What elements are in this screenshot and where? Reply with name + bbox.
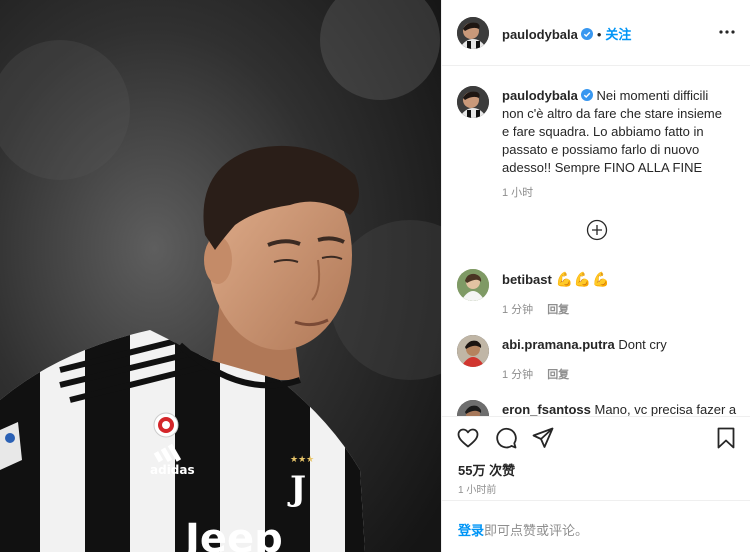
- avatar[interactable]: [457, 17, 489, 49]
- comments-list[interactable]: paulodybala Nei momenti difficili non c'…: [442, 67, 750, 416]
- login-link[interactable]: 登录: [458, 523, 484, 538]
- header-username[interactable]: paulodybala: [502, 27, 578, 42]
- separator-dot: •: [596, 27, 602, 42]
- comment-avatar-image: [457, 269, 489, 301]
- caption-username[interactable]: paulodybala: [502, 88, 578, 103]
- comment-time: 1 分钟: [502, 369, 534, 381]
- follow-button[interactable]: 关注: [605, 27, 631, 42]
- like-heart-icon[interactable]: [456, 426, 480, 450]
- svg-text:adidas: adidas: [150, 463, 195, 477]
- comment-avatar[interactable]: [457, 400, 489, 416]
- comment-avatar-image: [457, 335, 489, 367]
- comment-username[interactable]: eron_fsantoss: [502, 402, 591, 416]
- verified-badge-icon: [580, 89, 593, 101]
- comment-avatar[interactable]: [457, 269, 489, 301]
- post-timestamp: 1 小时前: [458, 485, 497, 496]
- likes-count[interactable]: 55万 次赞: [458, 460, 515, 479]
- caption-time: 1 小时: [502, 187, 534, 199]
- comment-text: Mano, vc precisa fazer a: [594, 402, 737, 416]
- comment-bubble-icon[interactable]: [494, 426, 518, 450]
- comment-username[interactable]: abi.pramana.putra: [502, 337, 615, 352]
- svg-text:J: J: [287, 469, 306, 509]
- caption-meta: 1 小时: [502, 184, 547, 200]
- post-actions: 55万 次赞 1 小时前: [442, 416, 750, 500]
- post-photo[interactable]: adidas J ★★★ Jeep: [0, 0, 441, 552]
- load-more-comments-icon[interactable]: [586, 219, 608, 241]
- svg-text:★★★: ★★★: [290, 455, 314, 465]
- comment-item: eron_fsantoss Mano, vc precisa fazer a: [502, 402, 736, 416]
- share-send-icon[interactable]: [531, 426, 555, 450]
- player-photo: adidas J ★★★ Jeep: [0, 0, 441, 552]
- more-options-icon[interactable]: [717, 24, 737, 40]
- comment-meta: 1 分钟 回复: [502, 301, 583, 317]
- post-header: paulodybala • 关注: [442, 0, 750, 66]
- comment-time: 1 分钟: [502, 304, 534, 316]
- reply-button[interactable]: 回复: [547, 304, 569, 316]
- login-footer: 登录即可点赞或评论。: [442, 500, 750, 552]
- save-bookmark-icon[interactable]: [714, 426, 738, 450]
- caption-avatar-image: [457, 86, 489, 118]
- post-side-panel: paulodybala • 关注 paulodybala Nei momenti d…: [441, 0, 750, 552]
- reply-button[interactable]: 回复: [547, 369, 569, 381]
- comment-item: betibast 💪💪💪: [502, 271, 611, 288]
- login-prompt-text: 即可点赞或评论。: [484, 523, 589, 538]
- comment-meta: 1 分钟 回复: [502, 366, 583, 382]
- comment-avatar[interactable]: [457, 335, 489, 367]
- comment-text: Dont cry: [618, 337, 667, 352]
- login-prompt: 登录即可点赞或评论。: [458, 520, 588, 539]
- comment-avatar-image: [457, 400, 489, 416]
- svg-text:Jeep: Jeep: [182, 516, 283, 552]
- comment-item: abi.pramana.putra Dont cry: [502, 337, 667, 352]
- header-user-row: paulodybala • 关注: [502, 24, 631, 44]
- caption-avatar[interactable]: [457, 86, 489, 118]
- avatar-image: [457, 17, 489, 49]
- caption: paulodybala Nei momenti difficili non c'…: [502, 87, 727, 177]
- comment-text: 💪💪💪: [555, 271, 611, 287]
- verified-badge-icon: [580, 28, 593, 40]
- comment-username[interactable]: betibast: [502, 272, 552, 287]
